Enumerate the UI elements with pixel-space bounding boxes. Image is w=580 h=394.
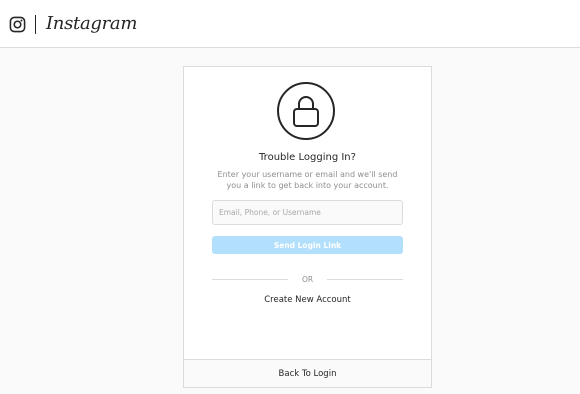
lock-icon-circle xyxy=(277,82,335,140)
instructions-text: Enter your username or email and we'll s… xyxy=(217,170,398,190)
instagram-glyph-icon[interactable] xyxy=(9,16,26,33)
or-label: OR xyxy=(301,275,314,284)
lock-icon xyxy=(293,96,319,127)
or-divider: OR xyxy=(212,274,403,286)
back-to-login-button[interactable]: Back To Login xyxy=(184,359,431,387)
header-divider xyxy=(35,15,36,34)
password-reset-card: Trouble Logging In? Enter your username … xyxy=(183,66,432,388)
email-phone-username-input[interactable] xyxy=(212,200,403,225)
instagram-wordmark-logo[interactable]: Instagram xyxy=(46,11,137,37)
create-new-account-link[interactable]: Create New Account xyxy=(184,294,431,306)
send-login-link-button[interactable]: Send Login Link xyxy=(212,236,403,254)
page-title: Trouble Logging In? xyxy=(259,152,356,163)
divider-line-right xyxy=(327,279,403,280)
top-navigation-bar: Instagram xyxy=(0,0,580,48)
back-to-login-label: Back To Login xyxy=(278,368,337,379)
